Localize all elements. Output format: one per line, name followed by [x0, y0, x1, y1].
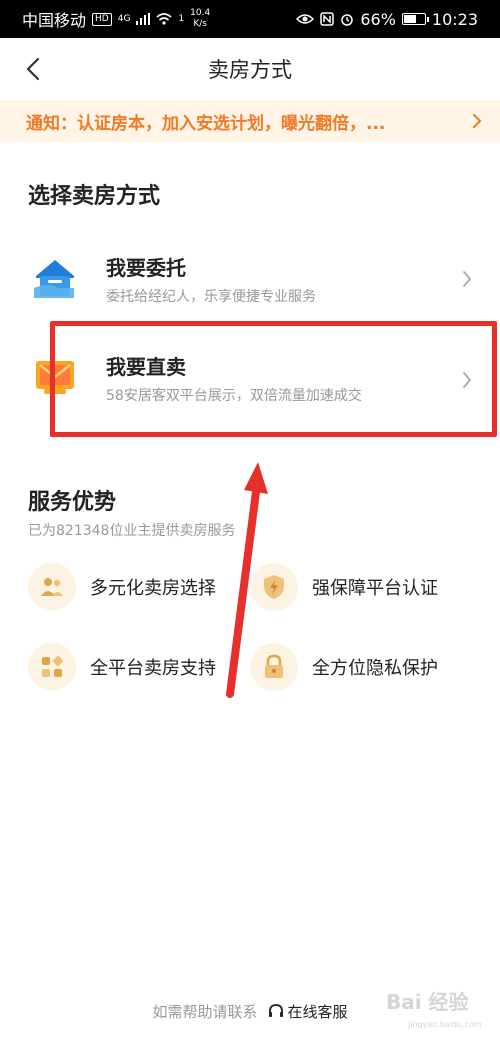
- annotation-arrow: [226, 462, 268, 698]
- chevron-right-icon: [463, 271, 472, 287]
- eye-icon: [296, 14, 315, 24]
- carrier-label: 中国移动: [22, 11, 87, 30]
- advantage-item: 全平台卖房支持: [28, 643, 216, 691]
- choose-method-heading: 选择卖房方式: [28, 184, 161, 209]
- signal-icon: [136, 13, 151, 25]
- network-type: 4G: [117, 14, 131, 24]
- clock: 10:23: [431, 9, 478, 29]
- online-service-label: 在线客服: [287, 1002, 348, 1021]
- option-title: 我要委托: [106, 256, 186, 280]
- back-button[interactable]: [18, 52, 48, 86]
- net-speed-unit: K/s: [193, 19, 207, 29]
- status-bar: 中国移动 HD 4G 1 10.4 K/s 66% 10:23: [0, 0, 500, 38]
- net-speed-value: 10.4: [190, 8, 211, 18]
- users-icon: [28, 563, 76, 611]
- advantage-label: 全方位隐私保护: [312, 658, 438, 679]
- advantage-item: 多元化卖房选择: [28, 563, 216, 611]
- option-entrust[interactable]: 我要委托 委托给经纪人，乐享便捷专业服务: [0, 232, 500, 324]
- chevron-right-icon: [463, 372, 472, 388]
- option-desc: 58安居客双平台展示，双倍流量加速成交: [106, 388, 362, 404]
- page-title: 卖房方式: [208, 58, 292, 82]
- option-title: 我要直卖: [106, 355, 186, 379]
- house-entrust-icon: [34, 260, 74, 298]
- shield-bolt-icon: [250, 563, 298, 611]
- wifi-count: 1: [178, 14, 185, 24]
- advantage-item: 全方位隐私保护: [250, 643, 438, 691]
- help-text: 如需帮助请联系: [152, 1002, 258, 1021]
- chevron-left-icon: [26, 57, 40, 81]
- advantages-subtitle: 已为821348位业主提供卖房服务: [28, 523, 236, 539]
- grid-icon: [28, 643, 76, 691]
- battery-percent: 66%: [360, 9, 396, 29]
- hd-badge: HD: [92, 12, 112, 26]
- advantages-heading: 服务优势: [28, 490, 117, 515]
- watermark-brand: Bai 经验: [386, 990, 469, 1014]
- advantage-item: 强保障平台认证: [250, 563, 438, 611]
- direct-sell-icon: [36, 361, 74, 394]
- notice-banner[interactable]: 通知：认证房本，加入安选计划，曝光翻倍，...: [0, 100, 500, 142]
- alarm-icon: [341, 14, 354, 26]
- nav-bar: 卖房方式: [0, 38, 500, 100]
- chevron-right-icon: [473, 114, 482, 128]
- baidu-watermark: Bai 经验 jingyan.baidu.com: [386, 986, 486, 1032]
- watermark-site: jingyan.baidu.com: [408, 1020, 482, 1029]
- online-service-link[interactable]: 在线客服: [268, 1001, 348, 1022]
- lock-icon: [250, 643, 298, 691]
- advantage-label: 多元化卖房选择: [90, 578, 216, 599]
- net-speed: 10.4 K/s: [190, 8, 210, 30]
- wifi-icon: [156, 13, 172, 25]
- status-right: 66% 10:23: [296, 10, 478, 29]
- status-left: 中国移动 HD 4G 1 10.4 K/s: [22, 7, 210, 31]
- notice-text: 通知：认证房本，加入安选计划，曝光翻倍，...: [26, 113, 386, 134]
- headset-icon: [268, 1004, 283, 1017]
- advantage-label: 强保障平台认证: [312, 578, 438, 599]
- option-desc: 委托给经纪人，乐享便捷专业服务: [106, 289, 316, 305]
- battery-fill: [403, 15, 417, 23]
- battery-icon: [401, 13, 429, 25]
- option-direct-sell[interactable]: 我要直卖 58安居客双平台展示，双倍流量加速成交: [0, 333, 500, 425]
- nfc-icon: [320, 12, 335, 26]
- advantage-label: 全平台卖房支持: [90, 658, 216, 679]
